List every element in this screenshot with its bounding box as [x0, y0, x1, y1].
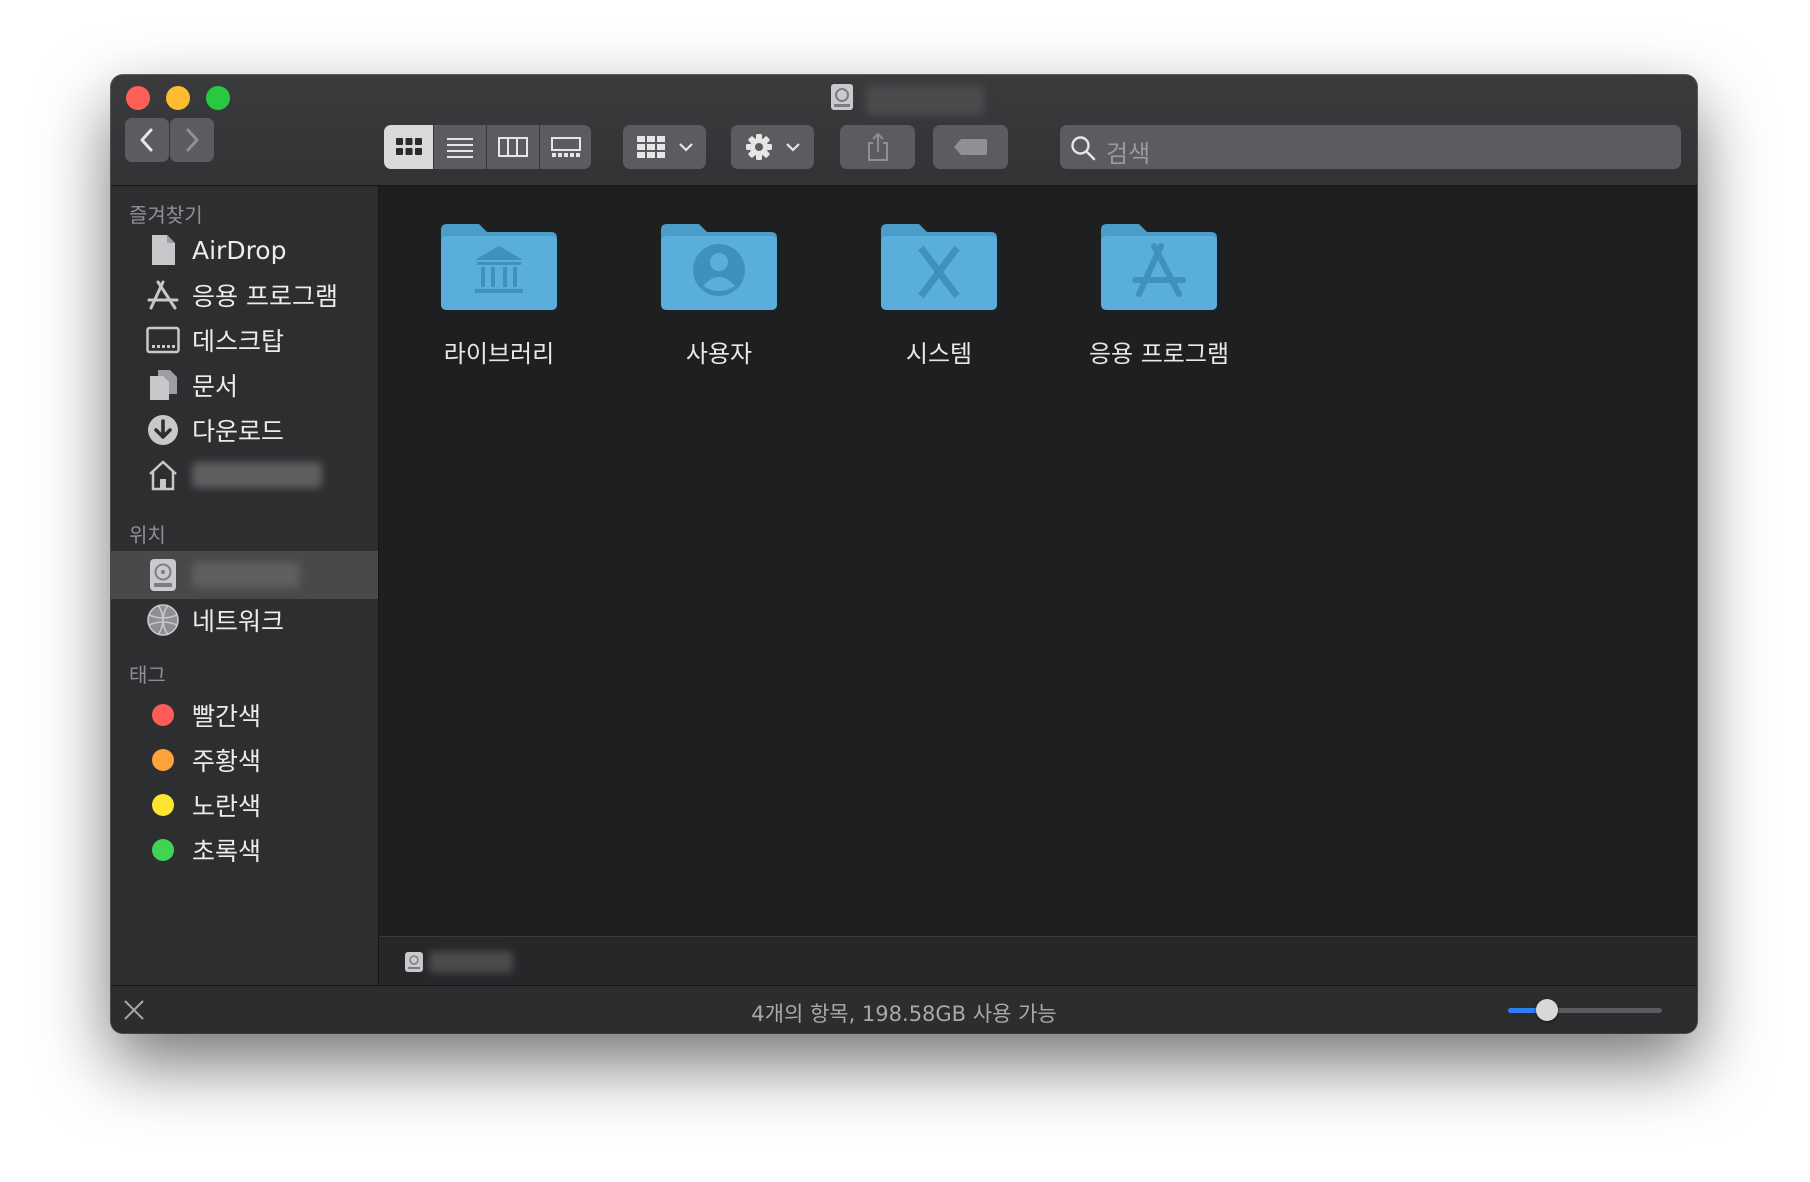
group-by-button[interactable] [623, 125, 706, 169]
sidebar-item-label: 초록색 [192, 837, 262, 866]
sidebar-item-label: 데스크탑 [192, 327, 285, 356]
green-tag-icon [146, 833, 180, 867]
path-label[interactable] [429, 951, 513, 973]
sidebar-item-network[interactable]: 네트워크 [111, 596, 378, 644]
sidebar-item-label [192, 562, 300, 588]
sidebar-item-label: 빨간색 [192, 702, 262, 731]
sidebar-item-label: 다운로드 [192, 417, 285, 446]
sidebar-item-applications[interactable]: 응용 프로그램 [111, 271, 378, 319]
applications-icon [146, 278, 180, 312]
item-label: 시스템 [905, 340, 973, 368]
yellow-tag-icon [146, 788, 180, 822]
hard-drive-icon [831, 84, 853, 110]
chevron-down-icon [678, 143, 693, 152]
sidebar-item-home[interactable] [111, 451, 378, 499]
close-button[interactable] [126, 86, 150, 110]
sidebar-item-label: AirDrop [192, 235, 287, 265]
folder-users[interactable]: 사용자 [629, 216, 809, 369]
favorites-section-title: 즐겨찾기 [129, 203, 203, 227]
tag-dot [152, 839, 174, 861]
tags-section-title: 태그 [129, 663, 166, 687]
orange-tag-icon [146, 743, 180, 777]
search-placeholder: 검색 [1106, 140, 1151, 168]
applications-folder-icon [1101, 224, 1217, 310]
icon-view-button[interactable] [384, 125, 433, 169]
users-folder-icon [661, 224, 777, 310]
file-area: 라이브러리 사용자 시스템 응용 프로그램 [379, 186, 1697, 936]
folder-system[interactable]: 시스템 [849, 216, 1029, 369]
library-folder-icon [441, 224, 557, 310]
sidebar-item-label: 노란색 [192, 792, 262, 821]
toolbar: 검색 [111, 75, 1697, 186]
item-label: 응용 프로그램 [1088, 340, 1230, 368]
tag-dot [152, 794, 174, 816]
back-button[interactable] [125, 118, 169, 162]
list-icon [447, 138, 473, 158]
tag-icon [953, 139, 987, 155]
status-bar: 4개의 항목, 198.58GB 사용 가능 [111, 985, 1697, 1033]
sidebar-item-label: 주황색 [192, 747, 262, 776]
folder-library[interactable]: 라이브러리 [409, 216, 589, 369]
sidebar-item-label: 문서 [192, 372, 239, 401]
system-folder-icon [881, 224, 997, 310]
minimize-button[interactable] [166, 86, 190, 110]
tag-dot [152, 749, 174, 771]
sidebar-item-documents[interactable]: 문서 [111, 361, 378, 409]
locations-section-title: 위치 [129, 523, 166, 547]
desktop-icon [146, 323, 180, 357]
icon-size-slider[interactable] [1508, 999, 1662, 1021]
sidebar-item-airdrop[interactable]: AirDrop [111, 226, 378, 274]
sidebar-item-tag-yellow[interactable]: 노란색 [111, 781, 378, 829]
sidebar-item-tag-red[interactable]: 빨간색 [111, 691, 378, 739]
sidebar-item-label: 응용 프로그램 [192, 282, 338, 311]
columns-icon [498, 137, 528, 157]
chevron-left-icon [140, 128, 153, 152]
red-tag-icon [146, 698, 180, 732]
slider-knob[interactable] [1536, 999, 1558, 1021]
group-grid-icon [636, 136, 665, 158]
finder-window: 검색 즐겨찾기 AirDrop 응용 프로그램 데스크탑 문서 다운로드 위치 … [111, 75, 1697, 1033]
home-icon [146, 458, 180, 492]
status-text: 4개의 항목, 198.58GB 사용 가능 [751, 1002, 1057, 1026]
forward-button[interactable] [170, 118, 214, 162]
hard-drive-icon [405, 952, 423, 972]
path-bar [379, 936, 1697, 986]
window-title [866, 85, 984, 115]
network-icon [146, 603, 180, 637]
sidebar-item-desktop[interactable]: 데스크탑 [111, 316, 378, 364]
sidebar: 즐겨찾기 AirDrop 응용 프로그램 데스크탑 문서 다운로드 위치 네트워… [111, 186, 379, 985]
downloads-icon [146, 413, 180, 447]
tag-button[interactable] [933, 125, 1008, 169]
documents-icon [146, 368, 180, 402]
list-view-button[interactable] [434, 125, 486, 169]
sidebar-item-downloads[interactable]: 다운로드 [111, 406, 378, 454]
chevron-down-icon [785, 143, 800, 152]
share-button[interactable] [840, 125, 915, 169]
action-button[interactable] [731, 125, 814, 169]
sidebar-item-tag-green[interactable]: 초록색 [111, 826, 378, 874]
search-field[interactable]: 검색 [1060, 125, 1681, 169]
search-icon [1071, 136, 1096, 161]
zoom-button[interactable] [206, 86, 230, 110]
chevron-right-icon [186, 128, 199, 152]
sidebar-item-label [192, 462, 322, 488]
item-label: 사용자 [685, 340, 753, 368]
sidebar-item-label: 네트워크 [192, 607, 285, 636]
sidebar-item-tag-orange[interactable]: 주황색 [111, 736, 378, 784]
gear-icon [745, 134, 772, 160]
share-icon [867, 132, 888, 161]
gallery-icon [550, 137, 581, 157]
airdrop-icon [146, 233, 180, 267]
folder-applications[interactable]: 응용 프로그램 [1069, 216, 1249, 369]
item-label: 라이브러리 [443, 340, 555, 368]
column-view-button[interactable] [487, 125, 539, 169]
sidebar-item-disk[interactable] [111, 551, 378, 599]
icon-grid-icon [395, 138, 422, 155]
tag-dot [152, 704, 174, 726]
hard-drive-icon [146, 558, 180, 592]
gallery-view-button[interactable] [540, 125, 591, 169]
